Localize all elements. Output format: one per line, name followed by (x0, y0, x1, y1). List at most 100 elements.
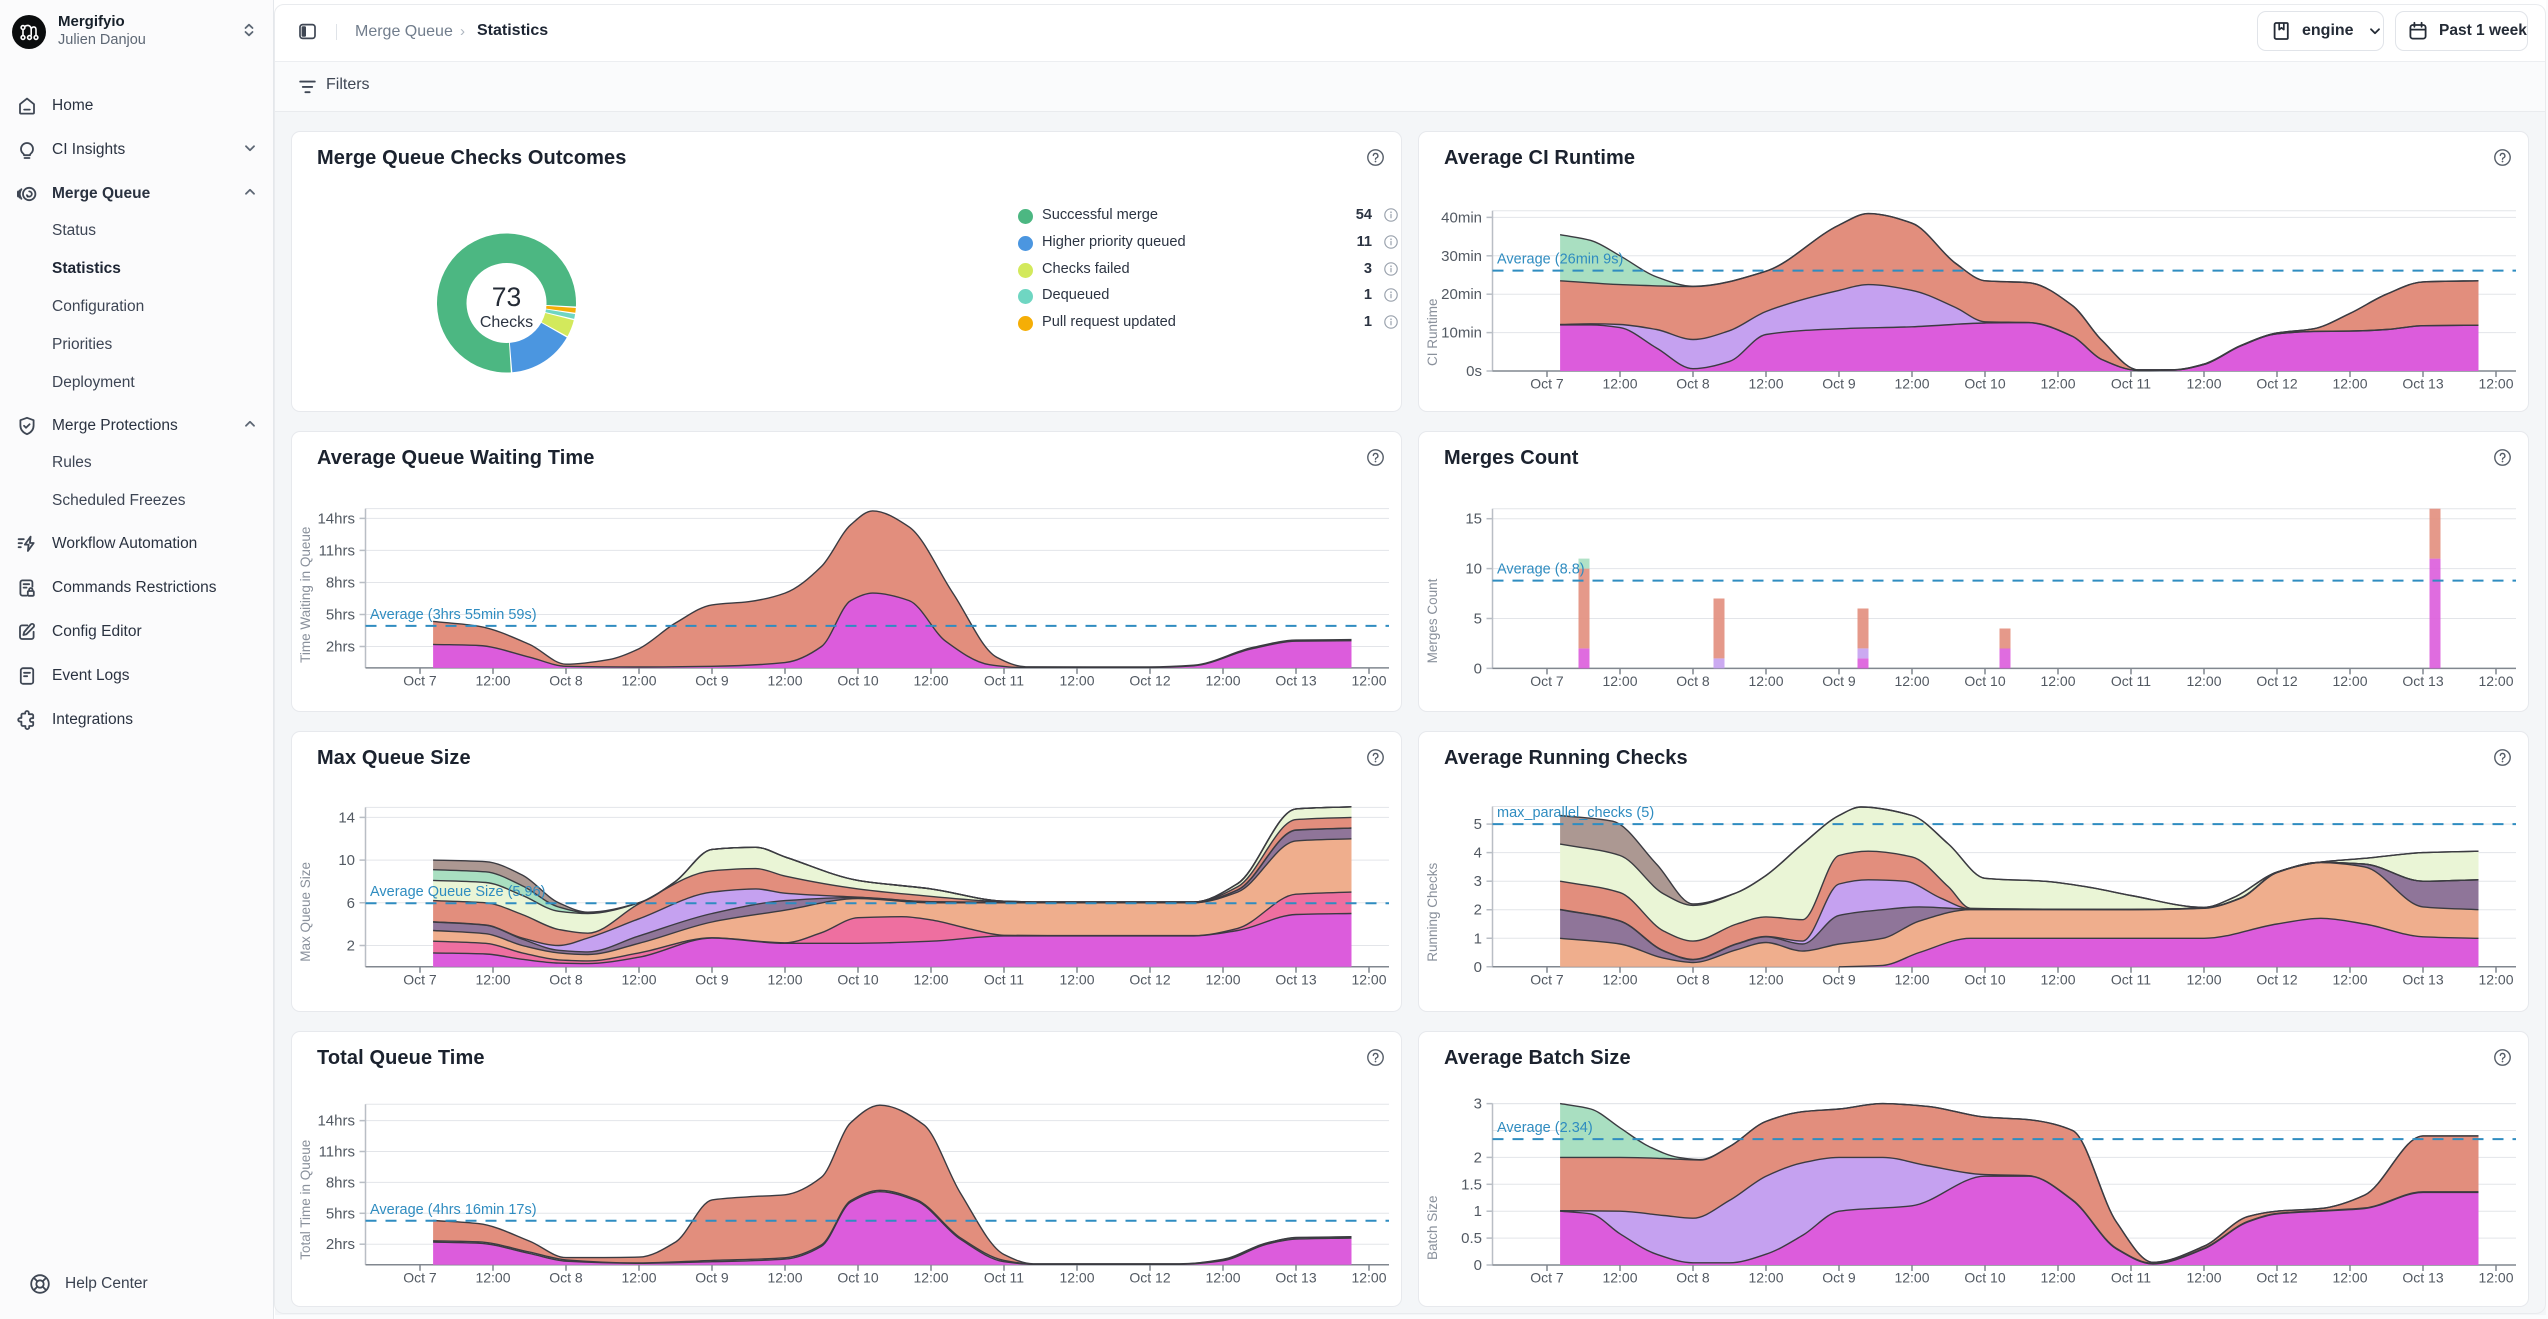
svg-text:12:00: 12:00 (1059, 672, 1094, 688)
svg-text:Oct 11: Oct 11 (984, 1269, 1024, 1285)
svg-text:Batch Size: Batch Size (1425, 1195, 1440, 1260)
svg-text:Oct 13: Oct 13 (2402, 673, 2443, 689)
svg-text:Oct 7: Oct 7 (1530, 1270, 1564, 1286)
svg-text:12:00: 12:00 (2186, 673, 2221, 689)
svg-text:Oct 11: Oct 11 (2111, 673, 2151, 689)
svg-text:12:00: 12:00 (621, 672, 656, 688)
svg-text:12:00: 12:00 (1351, 971, 1386, 987)
svg-text:Oct 7: Oct 7 (1530, 673, 1564, 689)
svg-text:Oct 10: Oct 10 (837, 971, 878, 987)
svg-text:Oct 13: Oct 13 (2402, 971, 2443, 987)
svg-text:12:00: 12:00 (2040, 376, 2075, 392)
svg-text:CI Runtime: CI Runtime (1425, 298, 1440, 366)
svg-text:12:00: 12:00 (2186, 376, 2221, 392)
svg-text:5hrs: 5hrs (326, 1205, 355, 1222)
svg-text:12:00: 12:00 (1205, 1269, 1240, 1285)
svg-text:Oct 12: Oct 12 (1129, 672, 1170, 688)
svg-text:Oct 8: Oct 8 (1676, 673, 1710, 689)
svg-text:12:00: 12:00 (2478, 376, 2513, 392)
svg-text:12:00: 12:00 (2040, 673, 2075, 689)
svg-text:Oct 12: Oct 12 (1129, 1269, 1170, 1285)
svg-text:Time Waiting in Queue: Time Waiting in Queue (298, 527, 313, 663)
svg-text:12:00: 12:00 (1894, 376, 1929, 392)
svg-text:11hrs: 11hrs (319, 542, 355, 559)
svg-text:Merges Count: Merges Count (1425, 578, 1440, 663)
svg-text:12:00: 12:00 (2040, 1270, 2075, 1286)
svg-text:0: 0 (1474, 660, 1482, 677)
svg-text:Oct 13: Oct 13 (1275, 1269, 1316, 1285)
svg-text:Running Checks: Running Checks (1425, 862, 1440, 961)
svg-text:12:00: 12:00 (767, 971, 802, 987)
svg-text:40min: 40min (1441, 209, 1482, 226)
svg-text:Oct 7: Oct 7 (403, 971, 437, 987)
svg-text:12:00: 12:00 (1748, 971, 1783, 987)
svg-text:Oct 11: Oct 11 (984, 672, 1024, 688)
svg-text:12:00: 12:00 (1351, 1269, 1386, 1285)
svg-text:12:00: 12:00 (2332, 673, 2367, 689)
svg-text:12:00: 12:00 (1602, 376, 1637, 392)
svg-text:Oct 10: Oct 10 (1964, 673, 2005, 689)
svg-text:12:00: 12:00 (1748, 1270, 1783, 1286)
svg-text:Average (2.34): Average (2.34) (1497, 1120, 1593, 1136)
svg-text:Oct 7: Oct 7 (403, 672, 437, 688)
svg-text:Oct 9: Oct 9 (695, 1269, 729, 1285)
svg-text:14hrs: 14hrs (317, 510, 355, 527)
svg-text:14hrs: 14hrs (317, 1113, 355, 1130)
svg-text:2: 2 (1474, 902, 1482, 919)
svg-text:1: 1 (1474, 1203, 1482, 1220)
svg-text:Oct 10: Oct 10 (837, 672, 878, 688)
svg-text:Oct 11: Oct 11 (2111, 971, 2151, 987)
svg-text:Oct 8: Oct 8 (549, 672, 583, 688)
svg-text:Average (8.8): Average (8.8) (1497, 562, 1585, 578)
svg-text:8hrs: 8hrs (326, 1174, 355, 1191)
svg-text:Oct 13: Oct 13 (2402, 1270, 2443, 1286)
svg-text:10min: 10min (1441, 325, 1482, 342)
svg-text:Oct 11: Oct 11 (984, 971, 1024, 987)
svg-text:Average (26min 9s): Average (26min 9s) (1497, 252, 1623, 268)
svg-text:12:00: 12:00 (1602, 673, 1637, 689)
svg-text:12:00: 12:00 (767, 1269, 802, 1285)
svg-text:12:00: 12:00 (2186, 971, 2221, 987)
svg-text:12:00: 12:00 (1602, 971, 1637, 987)
svg-text:12:00: 12:00 (2478, 971, 2513, 987)
svg-text:12:00: 12:00 (1894, 1270, 1929, 1286)
svg-text:4: 4 (1474, 845, 1482, 862)
svg-text:Average Queue Size (5.96): Average Queue Size (5.96) (370, 884, 545, 900)
svg-text:Oct 8: Oct 8 (1676, 376, 1710, 392)
svg-text:2hrs: 2hrs (326, 1236, 355, 1253)
svg-text:12:00: 12:00 (2332, 971, 2367, 987)
svg-text:0.5: 0.5 (1461, 1230, 1482, 1247)
svg-text:5: 5 (1474, 611, 1482, 628)
svg-text:12:00: 12:00 (1205, 672, 1240, 688)
svg-text:12:00: 12:00 (1351, 672, 1386, 688)
svg-text:Oct 11: Oct 11 (2111, 376, 2151, 392)
svg-text:12:00: 12:00 (1894, 971, 1929, 987)
svg-text:12:00: 12:00 (2332, 376, 2367, 392)
svg-text:Average (4hrs 16min 17s): Average (4hrs 16min 17s) (370, 1202, 537, 1218)
svg-text:Oct 12: Oct 12 (2256, 673, 2297, 689)
svg-text:Average (3hrs 55min 59s): Average (3hrs 55min 59s) (370, 607, 537, 623)
svg-text:10: 10 (1465, 561, 1482, 578)
svg-text:3: 3 (1474, 873, 1482, 890)
svg-text:Oct 10: Oct 10 (1964, 1270, 2005, 1286)
svg-text:12:00: 12:00 (621, 971, 656, 987)
svg-text:6: 6 (347, 895, 355, 912)
svg-text:12:00: 12:00 (1602, 1270, 1637, 1286)
svg-text:12:00: 12:00 (1748, 673, 1783, 689)
svg-text:Oct 9: Oct 9 (1822, 1270, 1856, 1286)
svg-text:12:00: 12:00 (1059, 971, 1094, 987)
svg-text:12:00: 12:00 (1748, 376, 1783, 392)
svg-text:Oct 9: Oct 9 (695, 971, 729, 987)
svg-text:Oct 7: Oct 7 (403, 1269, 437, 1285)
svg-text:Oct 13: Oct 13 (1275, 971, 1316, 987)
svg-text:0: 0 (1474, 959, 1482, 976)
svg-text:2: 2 (347, 938, 355, 955)
svg-text:12:00: 12:00 (2478, 1270, 2513, 1286)
svg-text:3: 3 (1474, 1096, 1482, 1113)
svg-text:Oct 13: Oct 13 (1275, 672, 1316, 688)
svg-text:Oct 9: Oct 9 (1822, 376, 1856, 392)
svg-text:5: 5 (1474, 816, 1482, 833)
svg-text:Oct 7: Oct 7 (1530, 971, 1564, 987)
svg-text:12:00: 12:00 (475, 1269, 510, 1285)
svg-text:12:00: 12:00 (2186, 1270, 2221, 1286)
